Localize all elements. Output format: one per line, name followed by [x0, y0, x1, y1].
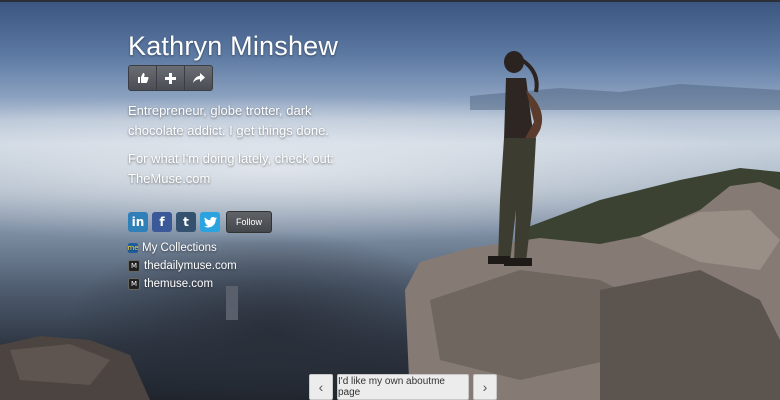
link-my-collections[interactable]: me My Collections — [127, 239, 237, 257]
bio-link[interactable]: TheMuse.com — [128, 171, 210, 186]
bio-text: Entrepreneur, globe trotter, dark chocol… — [128, 103, 329, 138]
profile-card: Kathryn Minshew Entrepreneur, globe trot… — [128, 30, 368, 197]
link-label: My Collections — [142, 242, 217, 254]
link-label: thedailymuse.com — [144, 260, 237, 272]
m-site-icon: M — [128, 260, 140, 272]
collections-icon: me — [127, 243, 139, 253]
plus-icon — [165, 72, 176, 84]
top-edge — [0, 0, 780, 2]
twitter-icon[interactable] — [200, 212, 220, 232]
previous-button[interactable]: ‹ — [309, 374, 333, 400]
bio-cta-text: For what I'm doing lately, check out: — [128, 151, 335, 166]
get-own-page-button[interactable]: I'd like my own aboutme page — [337, 374, 469, 400]
compliment-button[interactable] — [129, 66, 157, 90]
bio: Entrepreneur, globe trotter, dark chocol… — [128, 101, 368, 189]
bottom-pager: ‹ I'd like my own aboutme page › — [309, 374, 497, 400]
tumblr-icon[interactable]: t — [176, 212, 196, 232]
share-button[interactable] — [185, 66, 212, 90]
link-thedailymuse[interactable]: M thedailymuse.com — [128, 257, 237, 275]
next-button[interactable]: › — [473, 374, 497, 400]
link-themuse[interactable]: M themuse.com — [128, 275, 237, 293]
bio-cta: For what I'm doing lately, check out: Th… — [128, 149, 368, 189]
profile-name: Kathryn Minshew — [128, 31, 339, 61]
links-list: me My Collections M thedailymuse.com M t… — [127, 239, 237, 293]
add-button[interactable] — [157, 66, 185, 90]
social-bar: in f t Follow — [128, 211, 273, 233]
action-buttons — [128, 65, 213, 91]
cliff-scene — [0, 51, 780, 400]
share-arrow-icon — [192, 72, 205, 83]
m-site-icon: M — [128, 278, 140, 290]
linkedin-icon[interactable]: in — [128, 212, 148, 232]
thumbs-up-icon — [137, 73, 149, 83]
background-photo — [0, 0, 780, 400]
follow-button[interactable]: Follow — [226, 211, 273, 233]
facebook-icon[interactable]: f — [152, 212, 172, 232]
link-label: themuse.com — [144, 278, 214, 290]
